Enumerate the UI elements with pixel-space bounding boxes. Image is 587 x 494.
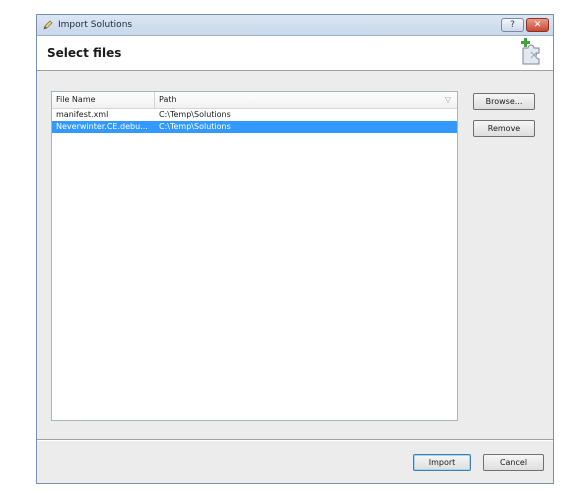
file-list[interactable]: File Name Path ▽ manifest.xml C:\Temp\So… — [51, 91, 458, 421]
footer-divider — [37, 439, 553, 441]
close-button[interactable]: ✕ — [526, 18, 549, 32]
column-header-path[interactable]: Path ▽ — [155, 92, 457, 108]
table-row[interactable]: manifest.xml C:\Temp\Solutions — [52, 109, 457, 121]
remove-button[interactable]: Remove — [473, 120, 535, 137]
puzzle-piece-icon — [517, 38, 547, 68]
table-row-selected[interactable]: Neverwinter.CE.debu... C:\Temp\Solutions — [52, 121, 457, 133]
file-name-cell: Neverwinter.CE.debu... — [56, 122, 148, 131]
browse-button[interactable]: Browse... — [473, 93, 535, 110]
cancel-button[interactable]: Cancel — [483, 454, 544, 471]
file-path-cell: C:\Temp\Solutions — [159, 110, 231, 119]
title-bar[interactable]: Import Solutions ? ✕ — [37, 15, 553, 36]
file-path-cell: C:\Temp\Solutions — [159, 122, 231, 131]
file-name-cell: manifest.xml — [56, 110, 109, 119]
help-button[interactable]: ? — [501, 18, 524, 32]
sort-arrow-icon: ▽ — [444, 95, 451, 104]
import-button[interactable]: Import — [413, 454, 471, 471]
file-list-header: File Name Path ▽ — [52, 92, 457, 109]
pencil-icon — [42, 19, 54, 31]
column-header-path-label: Path — [159, 95, 177, 104]
column-header-file-name[interactable]: File Name — [52, 92, 155, 108]
window-title: Import Solutions — [58, 20, 133, 30]
import-solutions-dialog: Import Solutions ? ✕ Select files File N… — [36, 14, 554, 484]
wizard-header: Select files — [37, 36, 553, 71]
page-title: Select files — [47, 46, 122, 60]
